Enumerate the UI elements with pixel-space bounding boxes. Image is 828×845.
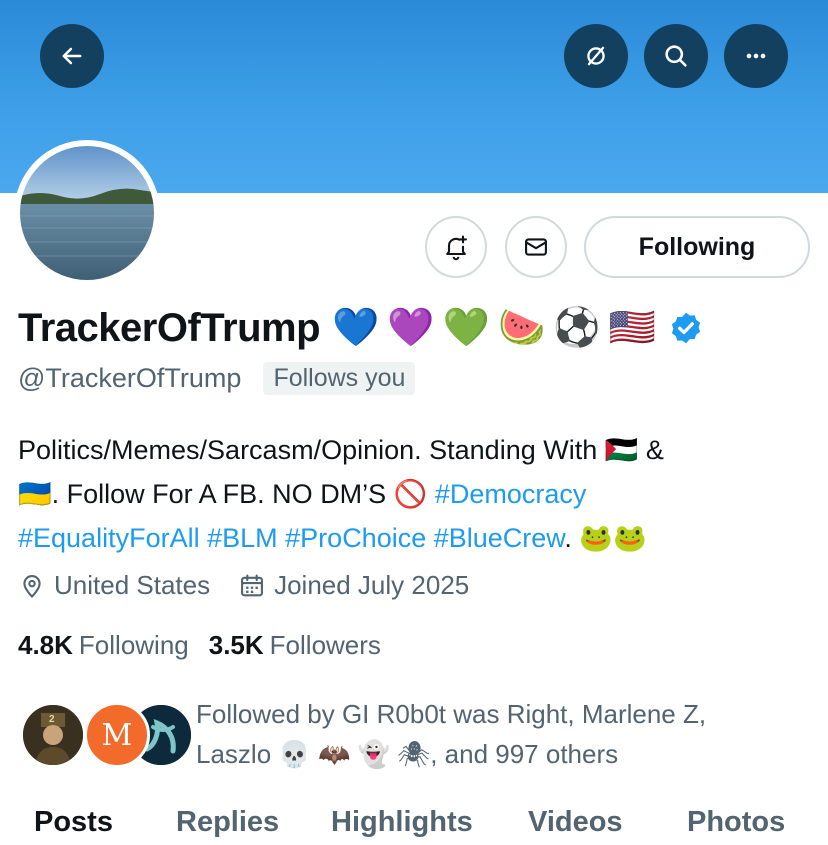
bio-text: . Follow For A FB. NO DM’S: [51, 479, 394, 509]
bio-text: &: [638, 435, 664, 465]
location-pin-icon: [23, 574, 41, 598]
avatar-badge-number: 2: [49, 714, 55, 725]
bio-line-3: #EqualityForAll #BLM #ProChoice #BlueCre…: [18, 516, 818, 560]
follows-you-badge: Follows you: [263, 362, 416, 395]
mute-button[interactable]: [564, 24, 628, 88]
frog-emojis: 🐸🐸: [579, 523, 647, 553]
bio-text: Politics/Memes/Sarcasm/Opinion. Standing…: [18, 435, 605, 465]
bio-text: .: [564, 523, 572, 553]
followed-by-line-2: Laszlo 💀 🦇 👻 🕷, and 997 others: [196, 734, 816, 774]
lake-photo: [20, 146, 154, 280]
notifications-off-icon: [587, 46, 605, 66]
followers-stat[interactable]: 3.5K Followers: [209, 630, 381, 661]
follower-name: Laszlo: [196, 739, 279, 769]
search-icon: [665, 45, 687, 67]
tab-videos[interactable]: Videos: [528, 806, 623, 839]
hashtag-link[interactable]: #Democracy: [435, 479, 587, 509]
bio-line-2: 🇺🇦. Follow For A FB. NO DM’S 🚫 #Democrac…: [18, 472, 818, 516]
profile-tabs: Posts Replies Highlights Videos Photos: [0, 800, 828, 845]
back-button[interactable]: [40, 24, 104, 88]
tab-replies[interactable]: Replies: [176, 806, 279, 839]
location-text: United States: [54, 570, 211, 600]
followers-count: 3.5K: [208, 630, 264, 660]
palestine-flag-emoji: 🇵🇸: [604, 435, 639, 465]
followed-by-others: , and 997 others: [430, 739, 619, 769]
following-label: Following: [78, 630, 189, 660]
profile-bio: Politics/Memes/Sarcasm/Opinion. Standing…: [18, 428, 818, 560]
tab-posts[interactable]: Posts: [34, 806, 113, 839]
user-handle: @TrackerOfTrump: [18, 363, 242, 393]
notify-button[interactable]: [425, 216, 487, 278]
prohibited-emoji: 🚫: [393, 479, 428, 509]
hashtag-link[interactable]: #BLM: [207, 523, 278, 553]
bio-line-1: Politics/Memes/Sarcasm/Opinion. Standing…: [18, 428, 818, 472]
envelope-icon: [525, 238, 547, 256]
name-emoji-watermelon: 🍉: [498, 307, 546, 349]
tab-photos[interactable]: Photos: [687, 806, 785, 839]
name-emoji-green-heart: 💚: [442, 307, 490, 349]
name-emoji-us-flag: 🇺🇸: [608, 307, 656, 349]
profile-avatar[interactable]: [14, 140, 160, 286]
follower-avatar-1: 2: [20, 702, 86, 768]
hashtag-link[interactable]: #EqualityForAll: [18, 523, 200, 553]
name-emoji-blue-heart: 💙: [332, 307, 380, 349]
followed-by-section[interactable]: M 2 Followed by GI R0b0t was Right, Marl…: [20, 694, 820, 784]
bell-plus-icon: [446, 235, 467, 261]
ukraine-flag-emoji: 🇺🇦: [18, 479, 52, 509]
follower-name-emojis: 💀 🦇 👻 🕷: [278, 739, 431, 769]
hashtag-link[interactable]: #BlueCrew: [434, 523, 565, 553]
tab-highlights[interactable]: Highlights: [331, 806, 473, 839]
message-button[interactable]: [505, 216, 567, 278]
follow-stats: 4.8K Following 3.5K Followers: [18, 630, 381, 661]
avatar-initial: M: [101, 717, 133, 753]
follower-avatar-2: M: [84, 702, 150, 768]
following-count: 4.8K: [18, 630, 73, 660]
joined-date: Joined July 2025: [274, 570, 470, 600]
followers-label: Followers: [269, 630, 381, 660]
followed-by-text: Followed by GI R0b0t was Right, Marlene …: [196, 694, 816, 774]
name-emoji-soccer-ball: ⚽: [553, 307, 601, 349]
handle-row: @TrackerOfTrump Follows you: [18, 362, 416, 395]
display-name-row: TrackerOfTrump 💙 💜 💚 🍉 ⚽ 🇺🇸: [18, 300, 704, 356]
calendar-icon: [241, 573, 264, 596]
verified-badge-icon[interactable]: [668, 310, 704, 346]
name-emoji-purple-heart: 💜: [387, 307, 435, 349]
profile-meta: United States Joined July 2025: [18, 570, 469, 601]
display-name: TrackerOfTrump: [18, 305, 321, 350]
more-button[interactable]: [724, 24, 788, 88]
more-icon: [746, 53, 766, 59]
search-button[interactable]: [644, 24, 708, 88]
hashtag-link[interactable]: #ProChoice: [285, 523, 426, 553]
following-stat[interactable]: 4.8K Following: [18, 630, 189, 661]
arrow-left-icon: [62, 47, 82, 65]
following-button[interactable]: Following: [584, 216, 810, 278]
followed-by-line-1: Followed by GI R0b0t was Right, Marlene …: [196, 699, 707, 729]
